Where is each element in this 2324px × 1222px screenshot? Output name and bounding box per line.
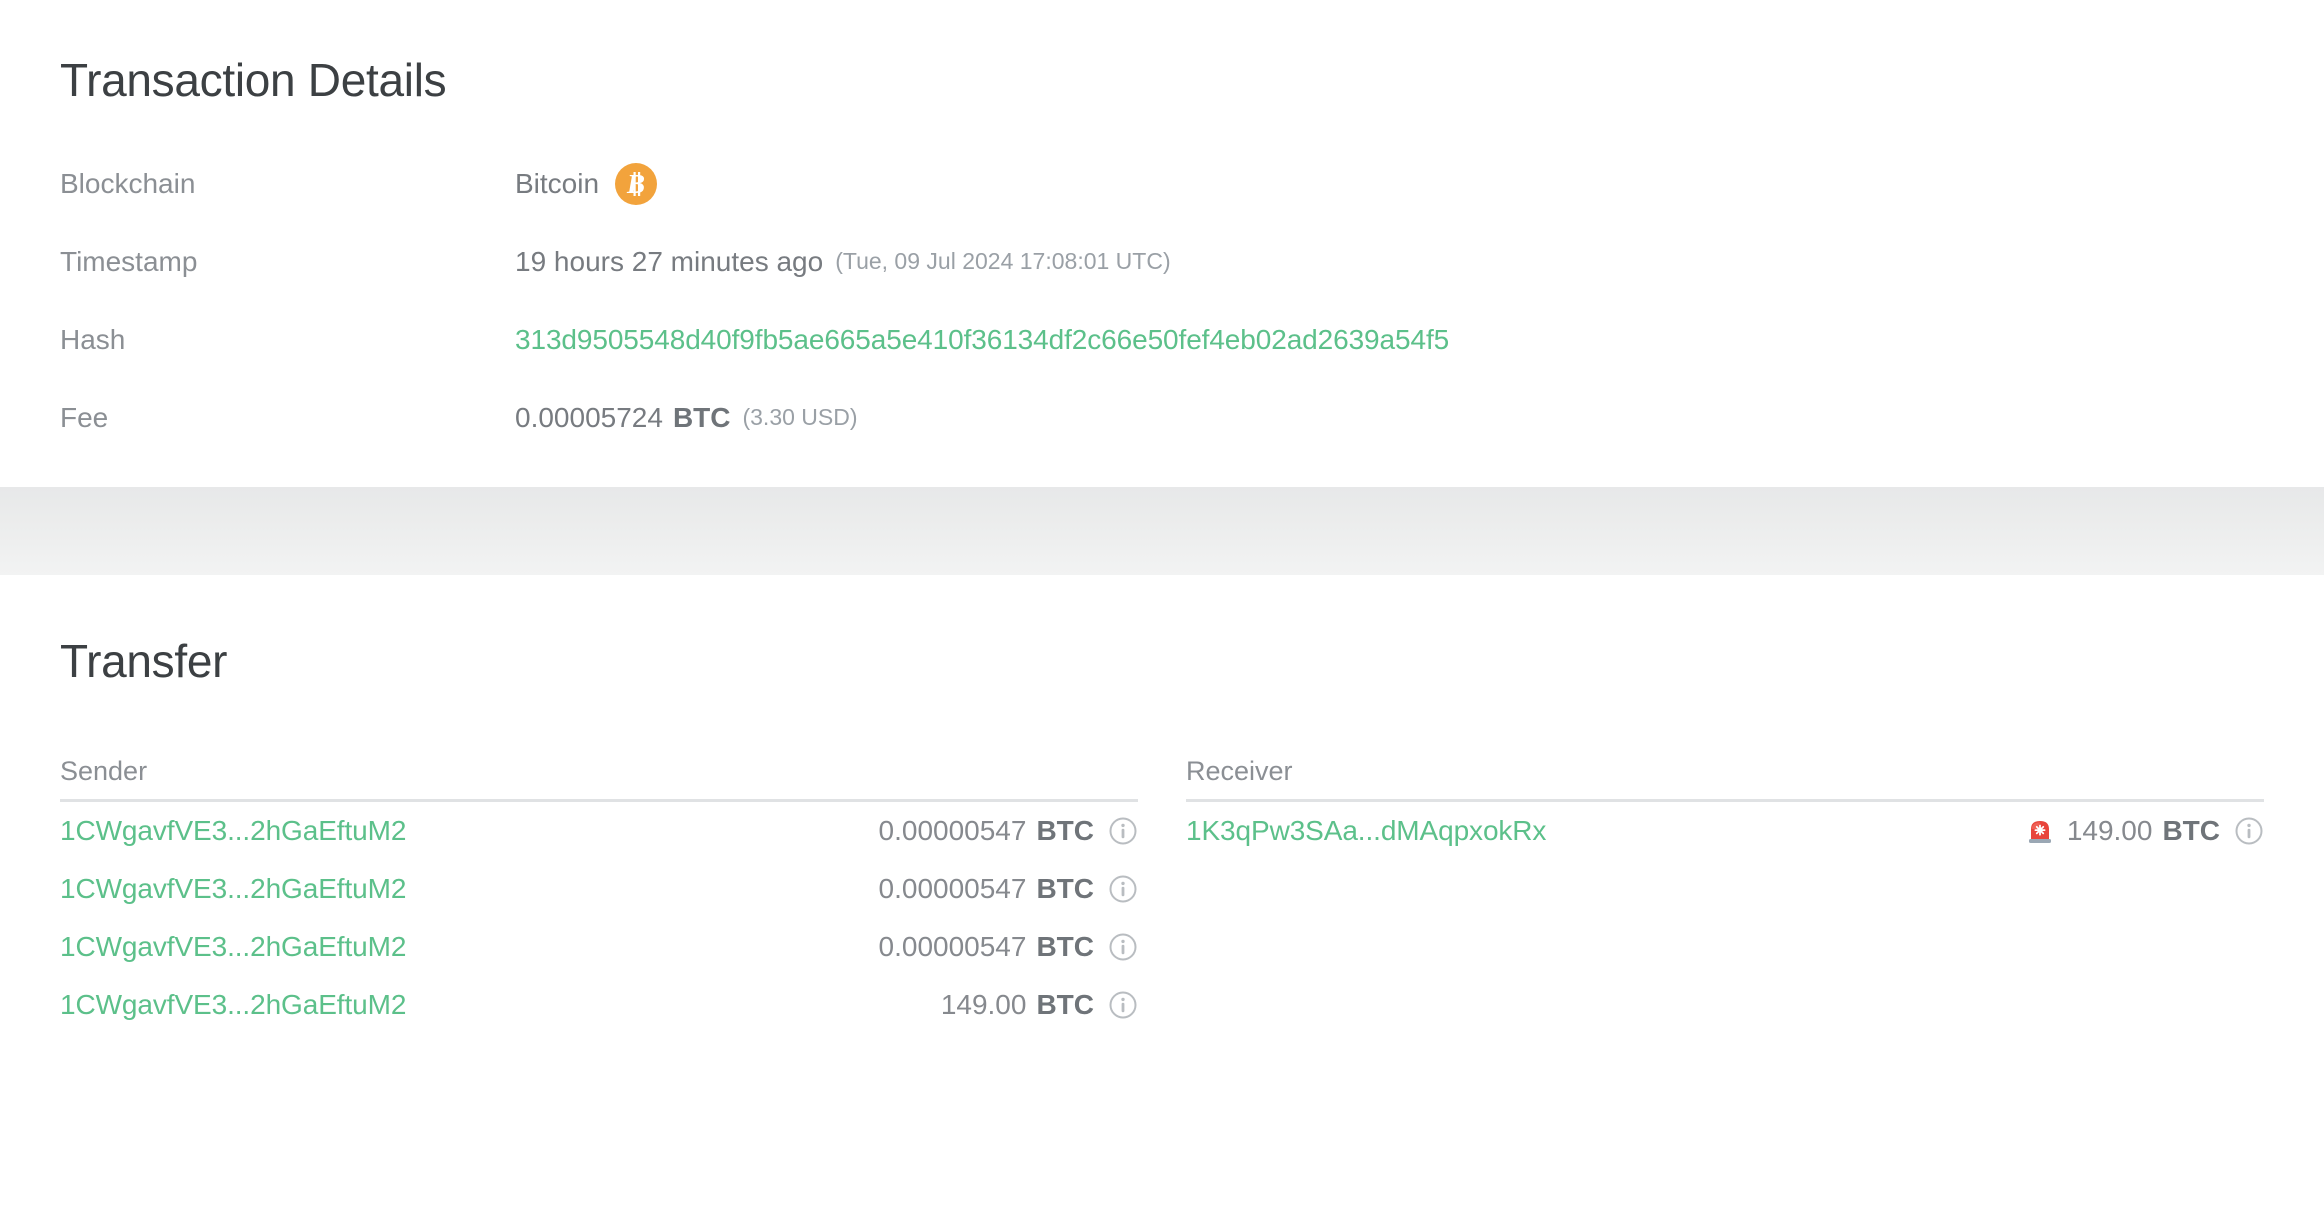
detail-label-blockchain: Blockchain bbox=[60, 168, 515, 200]
receiver-column: Receiver 1K3qPw3SAa...dMAqpxokRx bbox=[1186, 756, 2264, 1034]
detail-row-fee: Fee 0.00005724 BTC (3.30 USD) bbox=[0, 379, 2324, 457]
receiver-row: 1K3qPw3SAa...dMAqpxokRx bbox=[1186, 802, 2264, 860]
fee-unit: BTC bbox=[673, 402, 731, 434]
police-car-light-emoji bbox=[2025, 816, 2055, 846]
sender-amount-value: 0.00000547 bbox=[879, 931, 1027, 963]
detail-value-blockchain: Bitcoin B bbox=[515, 163, 657, 205]
sender-amount-unit: BTC bbox=[1036, 989, 1094, 1021]
fee-usd: (3.30 USD) bbox=[742, 404, 857, 431]
blockchain-name: Bitcoin bbox=[515, 168, 599, 200]
detail-row-timestamp: Timestamp 19 hours 27 minutes ago (Tue, … bbox=[0, 223, 2324, 301]
sender-address-link[interactable]: 1CWgavfVE3...2hGaEftuM2 bbox=[60, 931, 406, 963]
receiver-empty-row bbox=[1186, 918, 2264, 976]
detail-label-hash: Hash bbox=[60, 324, 515, 356]
detail-label-timestamp: Timestamp bbox=[60, 246, 515, 278]
info-circle-icon[interactable] bbox=[1108, 990, 1138, 1020]
sender-amount: 149.00 BTC bbox=[941, 989, 1138, 1021]
sender-amount-unit: BTC bbox=[1036, 873, 1094, 905]
detail-row-blockchain: Blockchain Bitcoin B bbox=[0, 145, 2324, 223]
transaction-hash-link[interactable]: 313d9505548d40f9fb5ae665a5e410f36134df2c… bbox=[515, 324, 1449, 356]
transfer-title: Transfer bbox=[60, 635, 2324, 688]
sender-row: 1CWgavfVE3...2hGaEftuM2 0.00000547 BTC bbox=[60, 918, 1138, 976]
info-circle-icon[interactable] bbox=[1108, 816, 1138, 846]
info-circle-icon[interactable] bbox=[1108, 932, 1138, 962]
sender-amount: 0.00000547 BTC bbox=[879, 815, 1138, 847]
sender-amount: 0.00000547 BTC bbox=[879, 931, 1138, 963]
sender-row: 1CWgavfVE3...2hGaEftuM2 149.00 BTC bbox=[60, 976, 1138, 1034]
page-title: Transaction Details bbox=[60, 54, 2324, 107]
info-circle-icon[interactable] bbox=[1108, 874, 1138, 904]
transaction-details-page: Transaction Details Blockchain Bitcoin B bbox=[0, 0, 2324, 1222]
receiver-column-header: Receiver bbox=[1186, 756, 2264, 802]
sender-amount-unit: BTC bbox=[1036, 931, 1094, 963]
sender-address-link[interactable]: 1CWgavfVE3...2hGaEftuM2 bbox=[60, 873, 406, 905]
detail-value-hash: 313d9505548d40f9fb5ae665a5e410f36134df2c… bbox=[515, 324, 1449, 356]
sender-amount: 0.00000547 BTC bbox=[879, 873, 1138, 905]
sender-column: Sender 1CWgavfVE3...2hGaEftuM2 0.0000054… bbox=[60, 756, 1138, 1034]
detail-value-fee: 0.00005724 BTC (3.30 USD) bbox=[515, 402, 858, 434]
detail-label-fee: Fee bbox=[60, 402, 515, 434]
receiver-amount-value: 149.00 bbox=[2067, 815, 2153, 847]
sender-address-link[interactable]: 1CWgavfVE3...2hGaEftuM2 bbox=[60, 989, 406, 1021]
detail-row-hash: Hash 313d9505548d40f9fb5ae665a5e410f3613… bbox=[0, 301, 2324, 379]
receiver-amount: 149.00 BTC bbox=[2025, 815, 2264, 847]
receiver-amount-unit: BTC bbox=[2162, 815, 2220, 847]
receiver-empty-row bbox=[1186, 860, 2264, 918]
sender-amount-value: 0.00000547 bbox=[879, 815, 1027, 847]
detail-rows: Blockchain Bitcoin B Timestamp bbox=[0, 145, 2324, 457]
bitcoin-icon: B bbox=[615, 163, 657, 205]
transaction-details-section: Transaction Details Blockchain Bitcoin B bbox=[0, 0, 2324, 457]
detail-value-timestamp: 19 hours 27 minutes ago (Tue, 09 Jul 202… bbox=[515, 246, 1171, 278]
timestamp-absolute: (Tue, 09 Jul 2024 17:08:01 UTC) bbox=[835, 248, 1170, 275]
transfer-section: Transfer Sender 1CWgavfVE3...2hGaEftuM2 … bbox=[0, 575, 2324, 1034]
receiver-address-link[interactable]: 1K3qPw3SAa...dMAqpxokRx bbox=[1186, 815, 1546, 847]
sender-amount-value: 0.00000547 bbox=[879, 873, 1027, 905]
sender-address-link[interactable]: 1CWgavfVE3...2hGaEftuM2 bbox=[60, 815, 406, 847]
section-divider bbox=[0, 487, 2324, 575]
sender-row: 1CWgavfVE3...2hGaEftuM2 0.00000547 BTC bbox=[60, 860, 1138, 918]
fee-amount: 0.00005724 bbox=[515, 402, 663, 434]
sender-column-header: Sender bbox=[60, 756, 1138, 802]
receiver-empty-row bbox=[1186, 976, 2264, 1034]
timestamp-relative: 19 hours 27 minutes ago bbox=[515, 246, 823, 278]
transfer-columns: Sender 1CWgavfVE3...2hGaEftuM2 0.0000054… bbox=[0, 756, 2324, 1034]
info-circle-icon[interactable] bbox=[2234, 816, 2264, 846]
sender-amount-value: 149.00 bbox=[941, 989, 1027, 1021]
sender-row: 1CWgavfVE3...2hGaEftuM2 0.00000547 BTC bbox=[60, 802, 1138, 860]
sender-amount-unit: BTC bbox=[1036, 815, 1094, 847]
